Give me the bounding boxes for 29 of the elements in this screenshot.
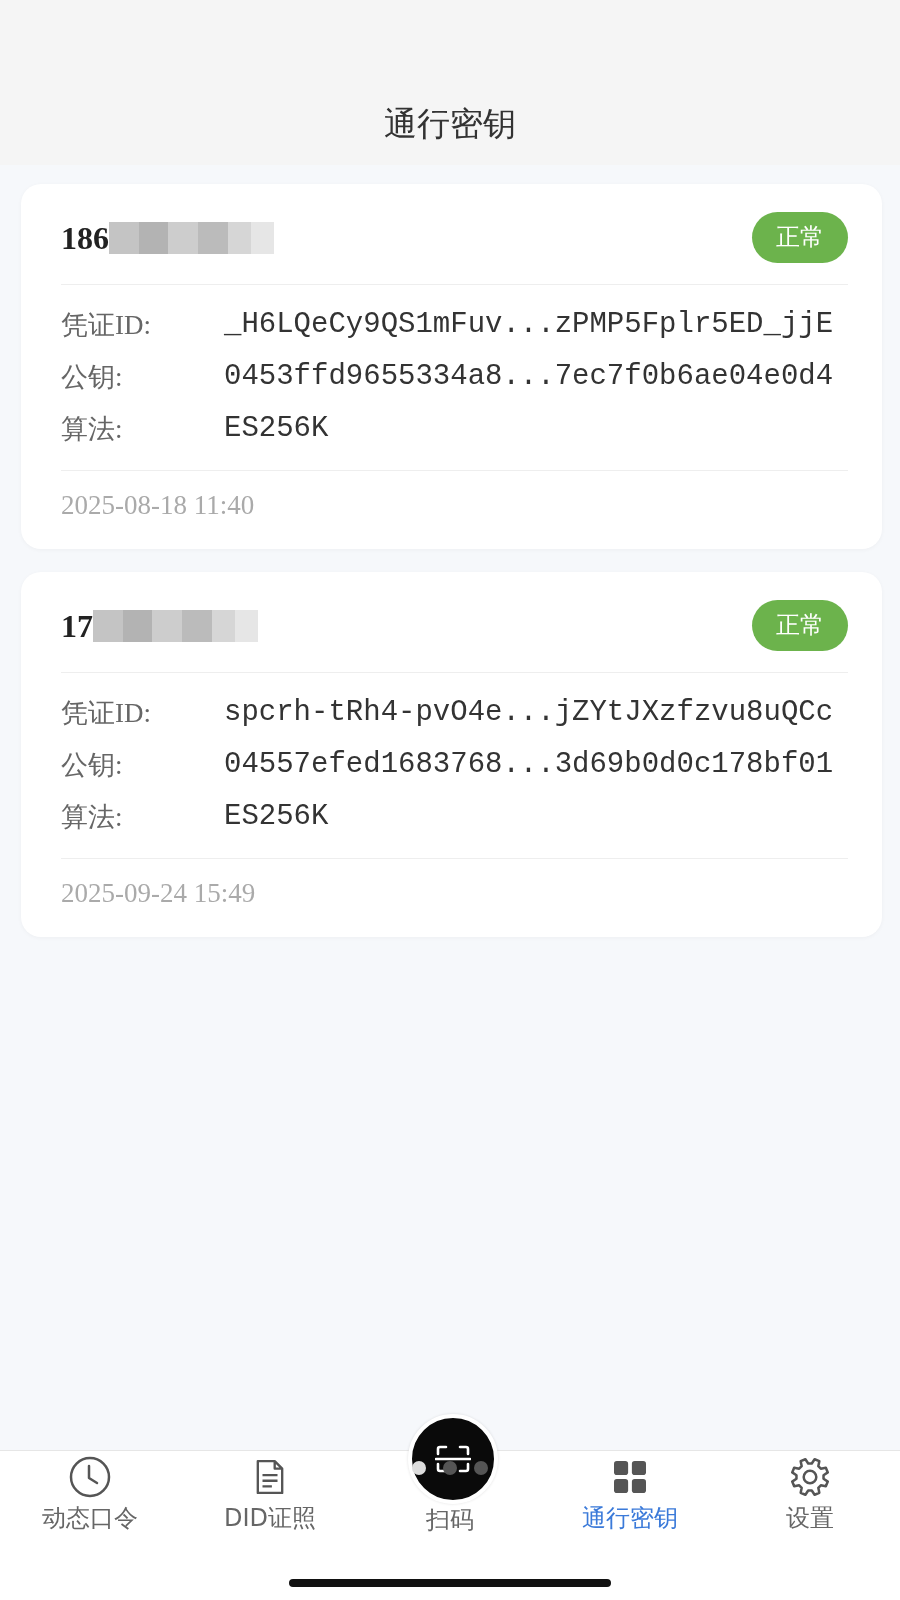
field-label: 算法: [61,801,123,834]
tab-item[interactable]: 扫码 [422,1507,478,1533]
field-value: ES256K [224,411,329,447]
field-label: 公钥: [61,749,123,782]
page-title: 通行密钥 [384,103,516,145]
field-value: 0453ffd9655334a8...7ec7f0b6ae04e0d4 [224,359,834,395]
field-value: 04557efed1683768...3d69b0d0c178bf01 [224,747,834,783]
field-label: 凭证ID: [61,309,151,342]
created-time: 2025-09-24 15:49 [61,878,256,908]
tab-item[interactable]: 设置 [782,1451,838,1535]
field-label: 算法: [61,413,123,446]
status-badge: 正常 [752,212,848,263]
field-label: 公钥: [61,361,123,394]
account-number: 17 [61,606,93,646]
field-value: ES256K [224,799,329,835]
created-time: 2025-08-18 11:40 [61,490,255,520]
scan-icon [435,1444,471,1474]
clock-icon [69,1456,111,1498]
account-number: 186 [61,218,109,258]
grid-icon [614,1461,646,1493]
field-value: spcrh-tRh4-pvO4e...jZYtJXzfzvu8uQCc [224,695,834,731]
settings-icon [789,1456,831,1498]
tab-item[interactable]: 动态口令 [38,1451,142,1535]
document-icon [255,1459,285,1495]
tab-item[interactable]: 通行密钥 [578,1451,682,1535]
status-badge: 正常 [752,600,848,651]
field-value: _H6LQeCy9QS1mFuv...zPMP5Fplr5ED_jjE [224,307,834,343]
tab-item[interactable]: DID证照 [219,1451,320,1535]
field-label: 凭证ID: [61,697,151,730]
